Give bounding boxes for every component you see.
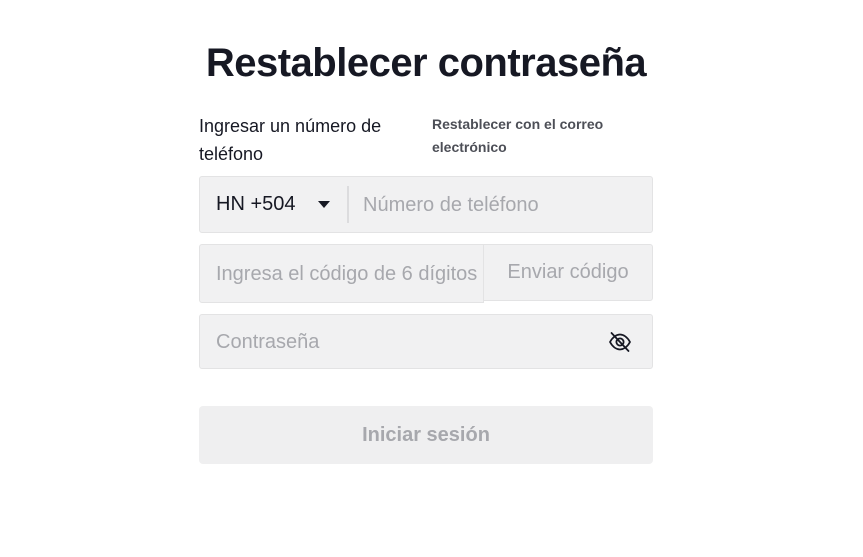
reset-method-tabs: Ingresar un número de teléfono Restablec… (199, 112, 653, 168)
login-button[interactable]: Iniciar sesión (199, 406, 653, 464)
phone-number-input[interactable] (363, 191, 643, 219)
country-code-select[interactable]: HN +504 (200, 177, 347, 232)
field-divider (347, 186, 349, 223)
page-title: Restablecer contraseña (205, 41, 647, 85)
code-field (199, 244, 484, 303)
chevron-down-icon (318, 201, 330, 208)
verification-code-input[interactable] (216, 260, 481, 288)
send-code-button[interactable]: Enviar código (483, 244, 653, 301)
eye-slash-icon[interactable] (608, 331, 632, 353)
password-input[interactable] (216, 328, 586, 356)
country-code-label: HN +504 (216, 193, 296, 215)
phone-field: HN +504 (199, 176, 653, 233)
tab-email-reset[interactable]: Restablecer con el correo electrónico (432, 113, 652, 159)
reset-password-page: Restablecer contraseña Ingresar un númer… (0, 0, 863, 557)
tab-phone-number[interactable]: Ingresar un número de teléfono (199, 112, 414, 168)
password-field (199, 314, 653, 369)
